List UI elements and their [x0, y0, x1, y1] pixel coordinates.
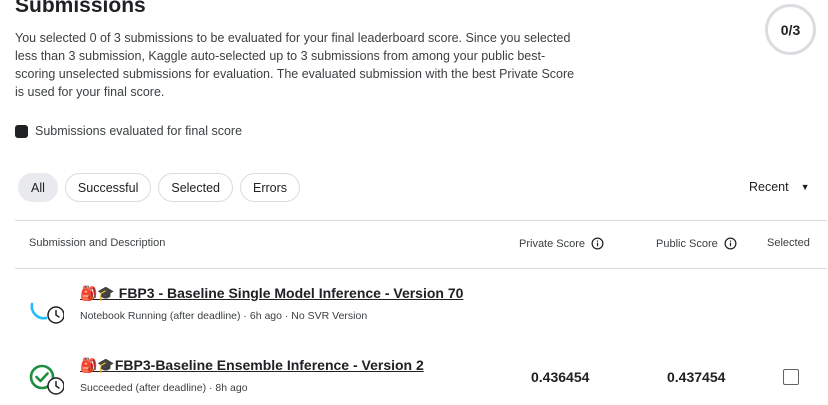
sort-dropdown[interactable]: Recent ▼ — [749, 180, 810, 194]
private-score-value: 0.436454 — [531, 369, 590, 385]
clock-icon — [47, 306, 64, 324]
header-selected: Selected — [767, 237, 810, 249]
sort-label: Recent — [749, 180, 789, 194]
info-icon[interactable] — [724, 237, 737, 250]
filter-chip-errors[interactable]: Errors — [240, 173, 301, 202]
public-score-value: 0.437454 — [667, 369, 726, 385]
header-public-score[interactable]: Public Score — [656, 237, 737, 250]
submission-subtitle: Notebook Running (after deadline) · 6h a… — [80, 310, 368, 322]
submission-emoji: 🎒🎓 — [80, 286, 115, 302]
submission-title-link[interactable]: 🎒🎓 FBP3 - Baseline Single Model Inferenc… — [80, 285, 463, 302]
legend-label: Submissions evaluated for final score — [35, 124, 243, 138]
filter-chips: All Successful Selected Errors — [18, 173, 301, 202]
caret-down-icon: ▼ — [800, 182, 810, 192]
running-status-icon — [30, 302, 64, 324]
divider — [15, 220, 827, 221]
filter-chip-all[interactable]: All — [18, 173, 58, 202]
succeeded-status-icon — [29, 364, 64, 395]
submission-subtitle: Succeeded (after deadline) · 8h ago — [80, 382, 248, 394]
selection-counter: 0/3 — [765, 4, 816, 55]
filter-chip-selected[interactable]: Selected — [158, 173, 234, 202]
page-title: Submissions — [15, 0, 146, 17]
header-submission: Submission and Description — [29, 237, 166, 249]
submission-emoji: 🎒🎓 — [80, 358, 115, 374]
filter-chip-successful[interactable]: Successful — [64, 173, 152, 202]
submissions-description: You selected 0 of 3 submissions to be ev… — [15, 31, 575, 99]
check-icon — [35, 372, 49, 383]
legend-swatch — [15, 124, 28, 138]
header-private-score[interactable]: Private Score — [519, 237, 604, 250]
divider — [15, 268, 827, 269]
info-icon[interactable] — [591, 237, 604, 250]
select-checkbox[interactable] — [783, 369, 799, 385]
legend: Submissions evaluated for final score — [15, 124, 242, 138]
submission-title-link[interactable]: 🎒🎓FBP3-Baseline Ensemble Inference - Ver… — [80, 357, 424, 374]
clock-icon — [47, 377, 64, 395]
